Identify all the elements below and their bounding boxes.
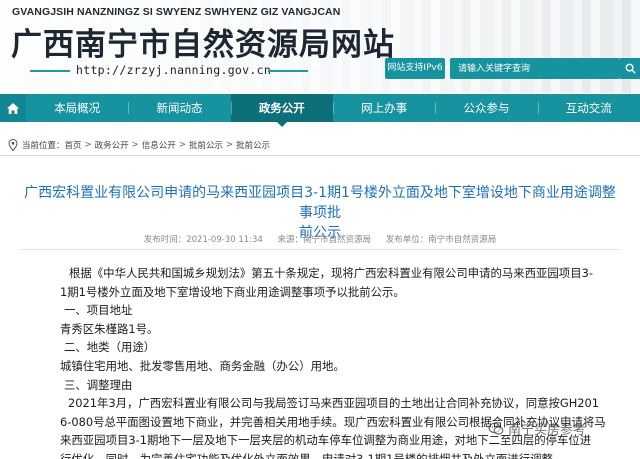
breadcrumb-home[interactable]: 首页 bbox=[65, 139, 82, 151]
site-name-english: GVANGJSIH NANZNINGZ SI SWYENZ SWHYENZ GI… bbox=[12, 6, 341, 18]
nav-item-about[interactable]: 本局概况 bbox=[26, 94, 128, 122]
nav-item-government-affairs[interactable]: 政务公开 bbox=[230, 94, 333, 127]
search-input[interactable] bbox=[450, 58, 620, 79]
search-icon bbox=[625, 63, 636, 74]
meta-divider bbox=[20, 249, 620, 250]
nav-item-online-services[interactable]: 网上办事 bbox=[332, 94, 435, 122]
paragraph: 1期1号楼外立面及地下室增设地下商业用途调整事项予以批前公示。 bbox=[60, 284, 405, 299]
site-banner: GVANGJSIH NANZNINGZ SI SWYENZ SWHYENZ GI… bbox=[0, 0, 640, 93]
home-icon bbox=[7, 102, 19, 114]
breadcrumb: 当前位置： 首页 > 政务公开 > 信息公开 > 批前公示 > 批前公示 bbox=[8, 139, 270, 151]
paragraph: 城镇住宅用地、批发零售用地、商务金融（办公）用地。 bbox=[60, 358, 345, 373]
ipv6-badge[interactable]: 网站支持IPv6 bbox=[385, 58, 445, 79]
article-source: 来源：南宁市自然资源局 bbox=[277, 235, 372, 245]
watermark-text: 南宁买房参考 bbox=[508, 423, 587, 438]
breadcrumb-pre-approval[interactable]: 批前公示 bbox=[189, 139, 223, 151]
paragraph: 二、地类（用途） bbox=[64, 340, 156, 355]
publish-unit: 发布单位：南宁市自然资源局 bbox=[385, 235, 497, 245]
nav-item-news[interactable]: 新闻动态 bbox=[128, 94, 230, 122]
paragraph: 根据《中华人民共和国城乡规划法》第五十条规定，现将广西宏科置业有限公司申请的马来… bbox=[69, 266, 593, 280]
article-meta: 发布时间：2021-09-30 11:34 来源：南宁市自然资源局 发布单位：南… bbox=[0, 233, 640, 245]
paragraph: 三、调整理由 bbox=[64, 377, 133, 392]
breadcrumb-gov-affairs[interactable]: 政务公开 bbox=[95, 139, 129, 151]
site-name-chinese: 广西南宁市自然资源局网站 bbox=[11, 27, 395, 63]
wechat-icon bbox=[488, 422, 504, 435]
nav-home-button[interactable] bbox=[0, 94, 26, 122]
article-title-line-1: 广西宏科置业有限公司申请的马来西亚园项目3-1期1号楼外立面及地下室增设地下商业… bbox=[24, 185, 616, 221]
main-nav: 本局概况 新闻动态 政务公开 网上办事 公众参与 互动交流 bbox=[0, 94, 640, 127]
paragraph: 2021年3月，广西宏科置业有限公司与我局签订马来西亚园项目的土地出让合同补充协… bbox=[68, 396, 599, 411]
nav-item-interaction[interactable]: 互动交流 bbox=[537, 94, 640, 122]
site-url: http://zrzyj.nanning.gov.cn bbox=[76, 63, 272, 77]
nav-item-public-participation[interactable]: 公众参与 bbox=[435, 94, 537, 122]
url-decoration-right bbox=[268, 70, 308, 72]
url-decoration-left bbox=[30, 70, 70, 72]
search-button[interactable] bbox=[620, 58, 640, 79]
breadcrumb-prefix: 当前位置： bbox=[22, 141, 65, 151]
breadcrumb-current[interactable]: 批前公示 bbox=[236, 139, 270, 151]
paragraph: 青秀区朱槿路1号。 bbox=[60, 321, 159, 336]
paragraph: 一、项目地址 bbox=[64, 303, 133, 318]
location-pin-icon bbox=[8, 139, 18, 151]
paragraph: 行优化。同时，为完善住宅功能及优化外立面效果，申请对3-1期1号楼的排烟井及外立… bbox=[60, 451, 565, 459]
breadcrumb-divider bbox=[0, 155, 640, 156]
breadcrumb-info-disclosure[interactable]: 信息公开 bbox=[142, 139, 176, 151]
publish-time: 发布时间：2021-09-30 11:34 bbox=[143, 235, 263, 245]
wechat-watermark: 南宁买房参考 bbox=[488, 419, 586, 438]
